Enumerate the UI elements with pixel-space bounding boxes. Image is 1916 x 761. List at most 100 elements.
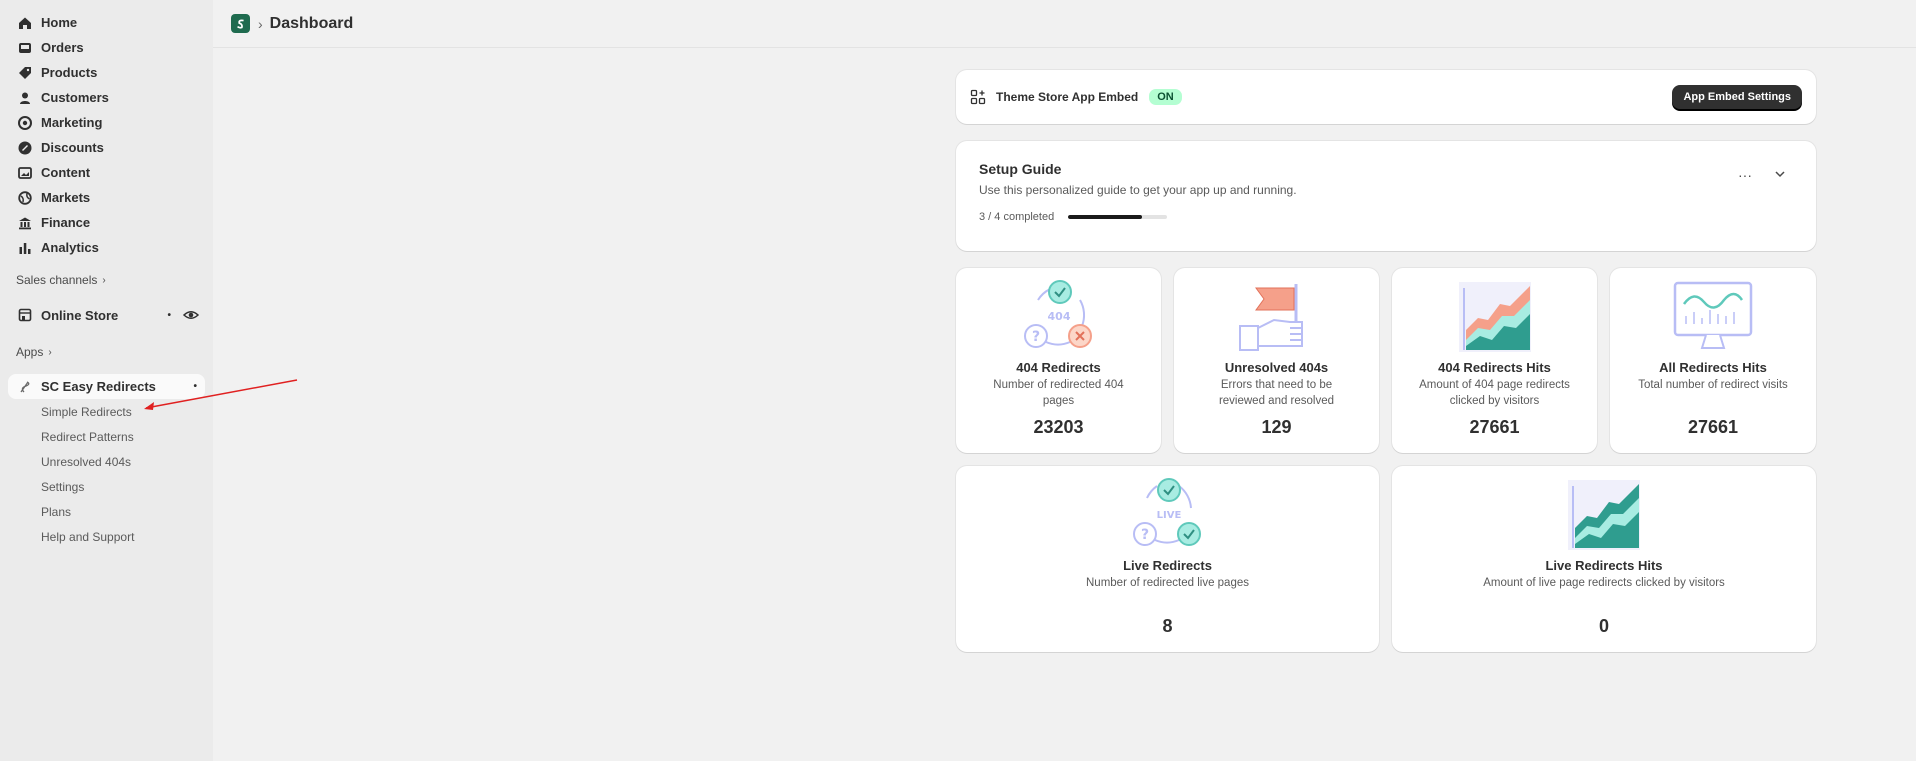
nav-label: Analytics bbox=[41, 240, 99, 255]
stat-description: Amount of live page redirects clicked by… bbox=[1483, 577, 1725, 589]
nav-label: Markets bbox=[41, 190, 91, 205]
sub-plans[interactable]: Plans bbox=[0, 499, 213, 524]
image-icon bbox=[18, 166, 32, 180]
app-embed-settings-button[interactable]: App Embed Settings bbox=[1672, 85, 1802, 109]
flag-hand-illustration bbox=[1238, 284, 1303, 351]
page-title: Dashboard bbox=[269, 14, 354, 32]
nav-label: Orders bbox=[41, 40, 84, 55]
apps-label: Apps bbox=[16, 345, 44, 359]
progress-text: 3 / 4 completed bbox=[979, 211, 1055, 223]
nav-label: Finance bbox=[41, 215, 91, 230]
online-store-label: Online Store bbox=[41, 307, 119, 323]
nav-label: Customers bbox=[41, 90, 109, 105]
stat-card-live-redirects: LIVE ? Live Redirects Number of redirect… bbox=[956, 466, 1379, 652]
more-actions-icon[interactable]: ··· bbox=[1738, 167, 1752, 183]
nav-finance[interactable]: Finance bbox=[0, 210, 213, 235]
nav-markets[interactable]: Markets bbox=[0, 185, 213, 210]
area-chart-illustration bbox=[1458, 282, 1531, 352]
stat-value: 8 bbox=[1162, 616, 1173, 636]
status-badge: ON bbox=[1149, 89, 1182, 105]
live-redirects-illustration: LIVE ? bbox=[1132, 478, 1201, 546]
bar-chart-icon bbox=[18, 241, 32, 255]
nav-label: Content bbox=[41, 165, 91, 180]
svg-text:?: ? bbox=[1031, 329, 1039, 345]
sub-settings[interactable]: Settings bbox=[0, 474, 213, 499]
eye-icon[interactable] bbox=[182, 307, 200, 323]
progress-row: 3 / 4 completed bbox=[979, 211, 1793, 223]
embed-title: Theme Store App Embed bbox=[996, 90, 1139, 104]
target-icon bbox=[18, 115, 32, 130]
sub-help-and-support[interactable]: Help and Support bbox=[0, 524, 213, 549]
nav-marketing[interactable]: Marketing bbox=[0, 110, 213, 135]
stat-card-unresolved-404s: Unresolved 404s Errors that need to be r… bbox=[1174, 268, 1379, 453]
stat-title: All Redirects Hits bbox=[1659, 360, 1767, 375]
app-name: SC Easy Redirects bbox=[41, 379, 156, 394]
nav-home[interactable]: Home bbox=[0, 10, 213, 35]
stat-value: 129 bbox=[1261, 417, 1292, 437]
nav-discounts[interactable]: Discounts bbox=[0, 135, 213, 160]
nav-content[interactable]: Content bbox=[0, 160, 213, 185]
live-text: LIVE bbox=[1156, 510, 1181, 521]
stat-description: Amount of 404 page redirects clicked by … bbox=[1419, 379, 1570, 407]
setup-subtitle: Use this personalized guide to get your … bbox=[979, 183, 1297, 197]
nav-products[interactable]: Products bbox=[0, 60, 213, 85]
stat-title: Live Redirects Hits bbox=[1545, 558, 1663, 573]
top-bar: › Dashboard bbox=[213, 0, 1916, 48]
app-logo-icon[interactable] bbox=[231, 14, 250, 33]
stat-title: Live Redirects bbox=[1123, 558, 1212, 573]
sub-redirect-patterns[interactable]: Redirect Patterns bbox=[0, 424, 213, 449]
svg-text:?: ? bbox=[1140, 527, 1148, 543]
nav-label: Discounts bbox=[41, 140, 104, 155]
setup-guide-card: Setup Guide Use this personalized guide … bbox=[956, 141, 1816, 251]
setup-title: Setup Guide bbox=[979, 161, 1062, 177]
stat-card-live-redirects-hits: Live Redirects Hits Amount of live page … bbox=[1392, 466, 1816, 652]
nav-orders[interactable]: Orders bbox=[0, 35, 213, 60]
nav-online-store[interactable]: Online Store • bbox=[0, 302, 213, 328]
nav-customers[interactable]: Customers bbox=[0, 85, 213, 110]
nav-analytics[interactable]: Analytics bbox=[0, 235, 213, 260]
theme-embed-card: Theme Store App Embed ON App Embed Setti… bbox=[956, 70, 1816, 124]
sales-channels-header[interactable]: Sales channels › bbox=[0, 270, 213, 290]
app-logo-icon bbox=[18, 380, 32, 394]
progress-fill bbox=[1068, 215, 1143, 219]
stat-title: Unresolved 404s bbox=[1224, 360, 1329, 375]
stat-description: Number of redirected 404 pages bbox=[993, 379, 1124, 407]
nav-label: Marketing bbox=[41, 115, 103, 130]
person-icon bbox=[18, 91, 32, 105]
stat-title: 404 Redirects Hits bbox=[1438, 360, 1551, 375]
bank-icon bbox=[18, 216, 32, 230]
chevron-right-icon: › bbox=[48, 346, 52, 358]
stat-value: 27661 bbox=[1469, 417, 1520, 437]
app-embed-icon bbox=[970, 89, 986, 105]
stat-value: 23203 bbox=[1033, 417, 1084, 437]
status-dot: • bbox=[167, 309, 171, 321]
stat-card-all-redirects-hits: All Redirects Hits Total number of redir… bbox=[1610, 268, 1816, 453]
chevron-right-icon: › bbox=[258, 15, 263, 32]
live-area-chart-illustration bbox=[1568, 480, 1640, 550]
code-404-text: 404 bbox=[1047, 310, 1070, 323]
stat-title: 404 Redirects bbox=[1016, 360, 1101, 375]
nav-label: Products bbox=[41, 65, 98, 80]
chevron-down-icon[interactable] bbox=[1774, 167, 1786, 183]
stat-card-404-redirects-hits: 404 Redirects Hits Amount of 404 page re… bbox=[1392, 268, 1597, 453]
stat-value: 27661 bbox=[1687, 417, 1739, 437]
stat-value: 0 bbox=[1598, 616, 1609, 636]
annotation-arrow bbox=[144, 379, 298, 410]
home-icon bbox=[18, 16, 32, 30]
monitor-illustration bbox=[1673, 281, 1753, 349]
setup-actions: ··· bbox=[1738, 167, 1786, 183]
apps-header[interactable]: Apps › bbox=[0, 342, 213, 362]
404-redirects-illustration: 404 ? bbox=[1023, 280, 1092, 348]
stat-description: Errors that need to be reviewed and reso… bbox=[1218, 379, 1335, 407]
storefront-icon bbox=[18, 308, 32, 322]
globe-icon bbox=[18, 190, 32, 205]
discount-icon bbox=[18, 141, 32, 155]
inbox-icon bbox=[18, 41, 32, 55]
stat-description: Number of redirected live pages bbox=[1086, 577, 1249, 589]
progress-bar bbox=[1068, 215, 1168, 219]
sub-unresolved-404s[interactable]: Unresolved 404s bbox=[0, 449, 213, 474]
nav-label: Home bbox=[41, 15, 78, 30]
stat-card-404-redirects: 404 ? 404 Redirects Number of redirected… bbox=[956, 268, 1161, 453]
stat-description: Total number of redirect visits bbox=[1638, 379, 1788, 391]
sales-channels-label: Sales channels bbox=[16, 273, 98, 287]
